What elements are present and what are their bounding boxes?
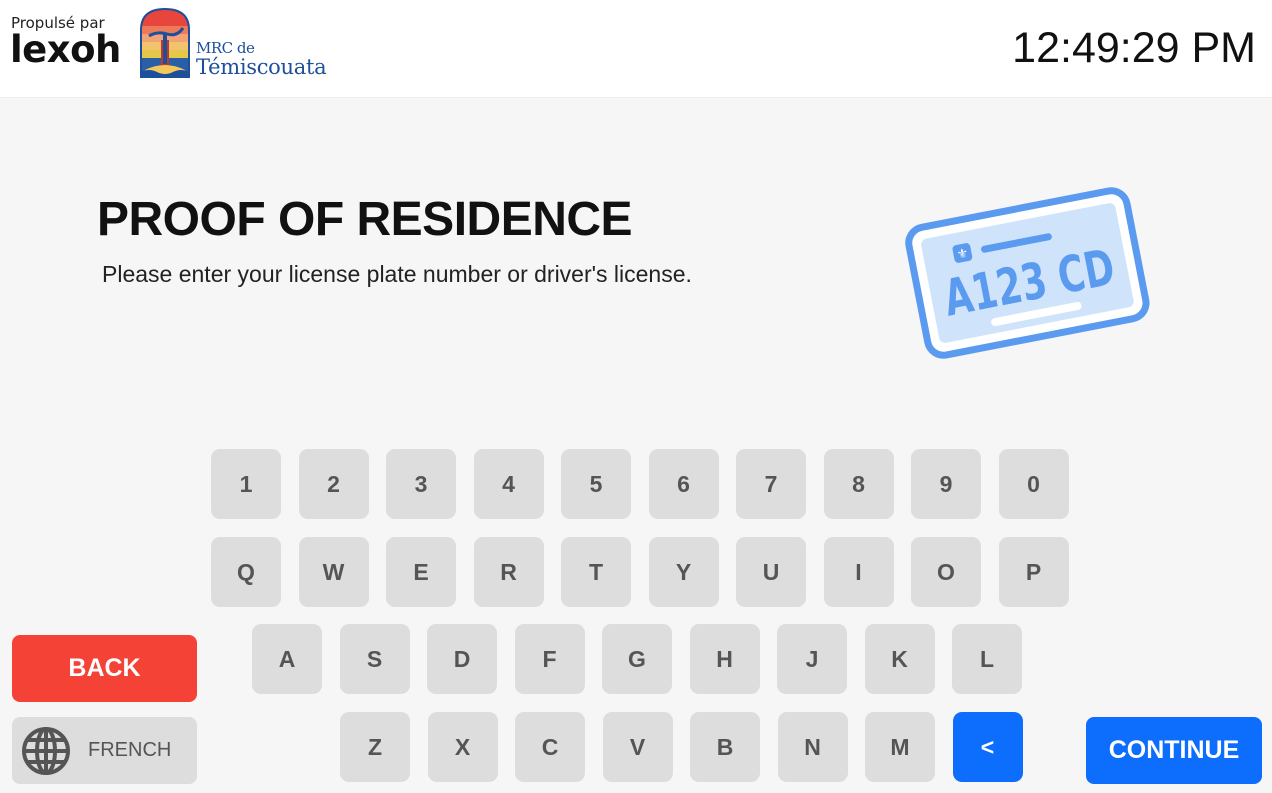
key-j[interactable]: J: [777, 624, 847, 694]
key-f[interactable]: F: [514, 624, 585, 694]
license-plate-illustration: ⚜ A123 CD: [905, 187, 1150, 359]
key-w[interactable]: W: [298, 537, 369, 607]
continue-button[interactable]: CONTINUE: [1086, 717, 1262, 784]
key-0[interactable]: 0: [998, 449, 1069, 519]
partner-logo-text: MRC de Témiscouata: [196, 39, 327, 79]
language-label: FRENCH: [88, 739, 172, 761]
key-p[interactable]: P: [998, 537, 1069, 607]
clock: 12:49:29 PM: [1012, 24, 1256, 72]
key-o[interactable]: O: [911, 537, 981, 607]
key-n[interactable]: N: [777, 712, 848, 782]
globe-icon: [22, 727, 70, 775]
key-g[interactable]: G: [602, 624, 672, 694]
key-r[interactable]: R: [473, 537, 544, 607]
key-3[interactable]: 3: [386, 449, 456, 519]
key-x[interactable]: X: [427, 712, 498, 782]
key-9[interactable]: 9: [911, 449, 981, 519]
key-c[interactable]: C: [515, 712, 585, 782]
partner-logo-line2: Témiscouata: [196, 55, 327, 79]
key-5[interactable]: 5: [561, 449, 631, 519]
key-y[interactable]: Y: [648, 537, 719, 607]
key-l[interactable]: L: [952, 624, 1022, 694]
key-v[interactable]: V: [602, 712, 673, 782]
key-6[interactable]: 6: [648, 449, 719, 519]
key-d[interactable]: D: [427, 624, 497, 694]
partner-logo-line1: MRC de: [196, 39, 255, 57]
header: Propulsé par lexoh MRC de Témiscouata 12…: [0, 0, 1272, 98]
key-h[interactable]: H: [689, 624, 760, 694]
key-7[interactable]: 7: [736, 449, 806, 519]
key-1[interactable]: 1: [211, 449, 281, 519]
key-2[interactable]: 2: [298, 449, 369, 519]
key-q[interactable]: Q: [211, 537, 281, 607]
key-4[interactable]: 4: [473, 449, 544, 519]
key-k[interactable]: K: [864, 624, 935, 694]
key-b[interactable]: B: [690, 712, 760, 782]
back-button[interactable]: BACK: [12, 635, 197, 702]
key-z[interactable]: Z: [340, 712, 410, 782]
key-t[interactable]: T: [561, 537, 631, 607]
key-m[interactable]: M: [865, 712, 935, 782]
key-a[interactable]: A: [252, 624, 322, 694]
backspace-key[interactable]: <: [952, 712, 1023, 782]
key-u[interactable]: U: [736, 537, 806, 607]
language-toggle-button[interactable]: FRENCH: [12, 717, 197, 784]
temiscouata-emblem-icon: [140, 7, 190, 78]
key-8[interactable]: 8: [823, 449, 894, 519]
key-i[interactable]: I: [823, 537, 894, 607]
key-e[interactable]: E: [386, 537, 456, 607]
page-subtitle: Please enter your license plate number o…: [102, 261, 692, 287]
page-title: PROOF OF RESIDENCE: [97, 193, 633, 246]
key-s[interactable]: S: [339, 624, 410, 694]
lexoh-logo: lexoh: [10, 28, 121, 71]
